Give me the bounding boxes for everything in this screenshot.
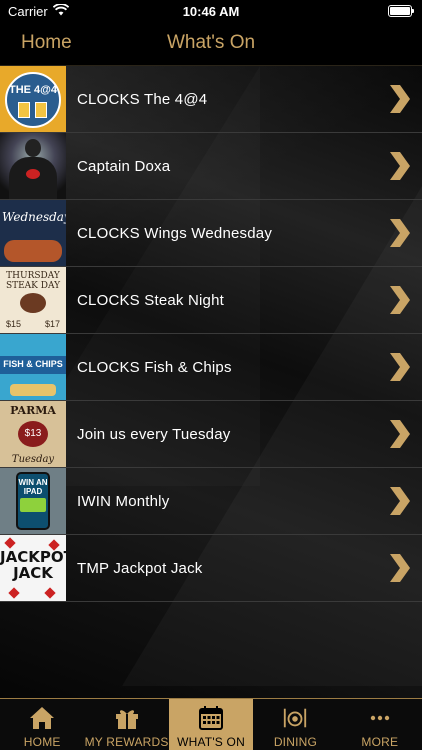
event-title: TMP Jackpot Jack [77,559,203,577]
thumbnail-food [4,240,62,262]
event-title: CLOCKS Steak Night [77,291,224,309]
event-row-4at4[interactable]: THE 4@4 CLOCKS The 4@4 [0,66,422,133]
tab-more[interactable]: MORE [338,699,422,750]
thumbnail-steak [20,293,46,313]
event-row-captain-doxa[interactable]: Captain Doxa [0,133,422,200]
chevron-right-icon [390,286,410,314]
tab-label: DINING [273,735,318,749]
gift-icon [114,705,140,731]
thumbnail-chips [10,384,56,396]
tab-dining[interactable]: DINING [253,699,337,750]
status-time: 10:46 AM [182,4,240,19]
thumbnail-price-badge: $13 [18,421,48,447]
home-icon [29,705,55,731]
card-suit-icon [8,587,20,599]
thumbnail-subtext: Tuesday [11,454,55,465]
event-thumbnail [0,133,66,199]
event-title: CLOCKS Fish & Chips [77,358,232,376]
thumbnail-price: $17 [44,319,60,329]
beer-glass [35,102,47,118]
thumbnail-logo [20,498,46,512]
chevron-right-icon [390,487,410,515]
thumbnail-figure-head [25,139,41,157]
event-row-iwin[interactable]: WIN AN IPAD IWIN Monthly [0,468,422,535]
thumbnail-text: Wednesday [2,210,66,224]
tab-home[interactable]: HOME [0,699,84,750]
tab-label: WHAT'S ON [177,735,245,749]
chevron-right-icon [390,219,410,247]
page-title: What's On [166,32,256,53]
event-row-fish-chips[interactable]: FISH & CHIPS CLOCKS Fish & Chips [0,334,422,401]
event-thumbnail: THE 4@4 [0,66,66,132]
tab-label: MY REWARDS [84,735,169,749]
event-title: Join us every Tuesday [77,425,231,443]
event-row-wings-wednesday[interactable]: Wednesday CLOCKS Wings Wednesday [0,200,422,267]
tab-my-rewards[interactable]: MY REWARDS [84,699,168,750]
thumbnail-price: $15 [6,319,22,329]
content-area[interactable]: THE 4@4 CLOCKS The 4@4 Captain Doxa Wedn… [0,66,422,698]
chevron-right-icon [390,420,410,448]
battery-icon [388,5,414,17]
event-thumbnail: WIN AN IPAD [0,468,66,534]
calendar-icon [198,705,224,731]
tab-whats-on[interactable]: WHAT'S ON [168,699,254,750]
chevron-right-icon [390,554,410,582]
card-suit-icon [44,587,56,599]
event-title: CLOCKS Wings Wednesday [77,224,273,242]
event-title: Captain Doxa [77,157,171,175]
thumbnail-text: WIN AN IPAD [18,478,48,496]
nav-bar: Home What's On [0,22,422,66]
thumbnail-text: FISH & CHIPS [3,359,63,369]
beer-glass [18,102,30,118]
event-thumbnail: PARMA $13 Tuesday [0,401,66,467]
event-thumbnail: THURSDAY STEAK DAY $15 $17 [0,267,66,333]
dining-icon [282,705,308,731]
tab-label: HOME [23,735,61,749]
tab-label: MORE [361,735,399,749]
event-thumbnail: Wednesday [0,200,66,266]
event-title: CLOCKS The 4@4 [77,90,208,108]
tab-bar: HOME MY REWARDS WHAT'S ON DINING MORE [0,698,422,750]
event-row-jackpot-jack[interactable]: JACKPOT JACK TMP Jackpot Jack [0,535,422,602]
thumbnail-badge [5,72,61,128]
thumbnail-text: THE 4@4 [8,84,58,96]
event-thumbnail: JACKPOT JACK [0,535,66,601]
thumbnail-logo [26,169,40,179]
thumbnail-text: THURSDAY STEAK DAY [5,271,61,291]
event-row-steak-night[interactable]: THURSDAY STEAK DAY $15 $17 CLOCKS Steak … [0,267,422,334]
event-title: IWIN Monthly [77,492,170,510]
chevron-right-icon [390,353,410,381]
chevron-right-icon [390,152,410,180]
status-bar: Carrier 10:46 AM [0,0,422,22]
chevron-right-icon [390,85,410,113]
thumbnail-text: PARMA [10,404,56,417]
thumbnail-text: JACKPOT JACK [0,548,66,582]
battery-fill [390,7,410,15]
more-icon [367,705,393,731]
events-list[interactable]: THE 4@4 CLOCKS The 4@4 Captain Doxa Wedn… [0,66,422,602]
card-suit-icon [4,537,16,549]
event-thumbnail: FISH & CHIPS [0,334,66,400]
event-row-tuesday[interactable]: PARMA $13 Tuesday Join us every Tuesday [0,401,422,468]
